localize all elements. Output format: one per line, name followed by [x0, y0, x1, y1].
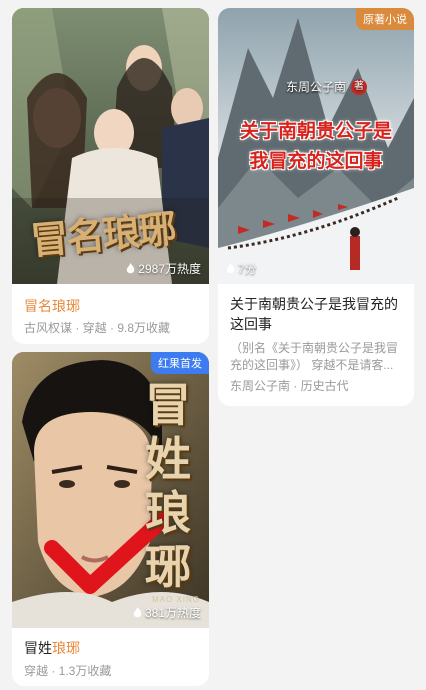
cover-title: 冒姓琅琊 [145, 378, 191, 594]
rating-indicator: 7分 [226, 260, 257, 277]
book-card[interactable]: 东周公子南 著 关于南朝贵公子是 我冒充的这回事 原著小说 7分 关于南朝贵公子… [218, 8, 414, 406]
cover-subtitle: MAO XING [152, 595, 201, 604]
cover-author: 东周公子南 著 [286, 78, 368, 95]
book-title[interactable]: 关于南朝贵公子是我冒充的这回事 [230, 294, 402, 334]
heat-value: 381万热度 [144, 606, 201, 620]
heat-indicator: 381万热度 [133, 604, 201, 621]
book-title[interactable]: 冒名琅琊 [24, 296, 80, 316]
source-tag: 原著小说 [356, 8, 414, 30]
book-cover[interactable]: 冒名琅琊 2987万热度 [12, 8, 209, 284]
flame-icon [133, 607, 142, 618]
flame-icon [226, 263, 235, 274]
book-cover[interactable]: 冒姓琅琊 MAO XING 红果首发 381万热度 [12, 352, 209, 628]
book-description: （别名《关于南朝贵公子是我冒充的这回事》） 穿越不是请客... [230, 341, 399, 372]
book-meta: 古风权谋 · 穿越 · 9.8万收藏 [24, 321, 171, 335]
heat-value: 2987万热度 [138, 262, 201, 276]
flame-icon [127, 263, 135, 274]
book-title[interactable]: 冒姓琅琊 [24, 638, 80, 658]
book-meta: 东周公子南 · 历史古代 [230, 379, 349, 393]
book-card[interactable]: 冒姓琅琊 MAO XING 红果首发 381万热度 冒姓琅琊 穿越 · 1.3万… [12, 352, 209, 686]
book-cover[interactable]: 东周公子南 著 关于南朝贵公子是 我冒充的这回事 原著小说 7分 [218, 8, 414, 284]
cover-title: 关于南朝贵公子是 我冒充的这回事 [239, 120, 392, 172]
book-card[interactable]: 冒名琅琊 2987万热度 冒名琅琊 古风权谋 · 穿越 · 9.8万收藏 [12, 8, 209, 344]
heat-indicator: 2987万热度 [126, 260, 201, 277]
source-tag: 红果首发 [151, 352, 209, 374]
book-meta: 穿越 · 1.3万收藏 [24, 664, 112, 678]
author-badge: 著 [351, 78, 368, 95]
rating-value: 7分 [238, 262, 257, 276]
